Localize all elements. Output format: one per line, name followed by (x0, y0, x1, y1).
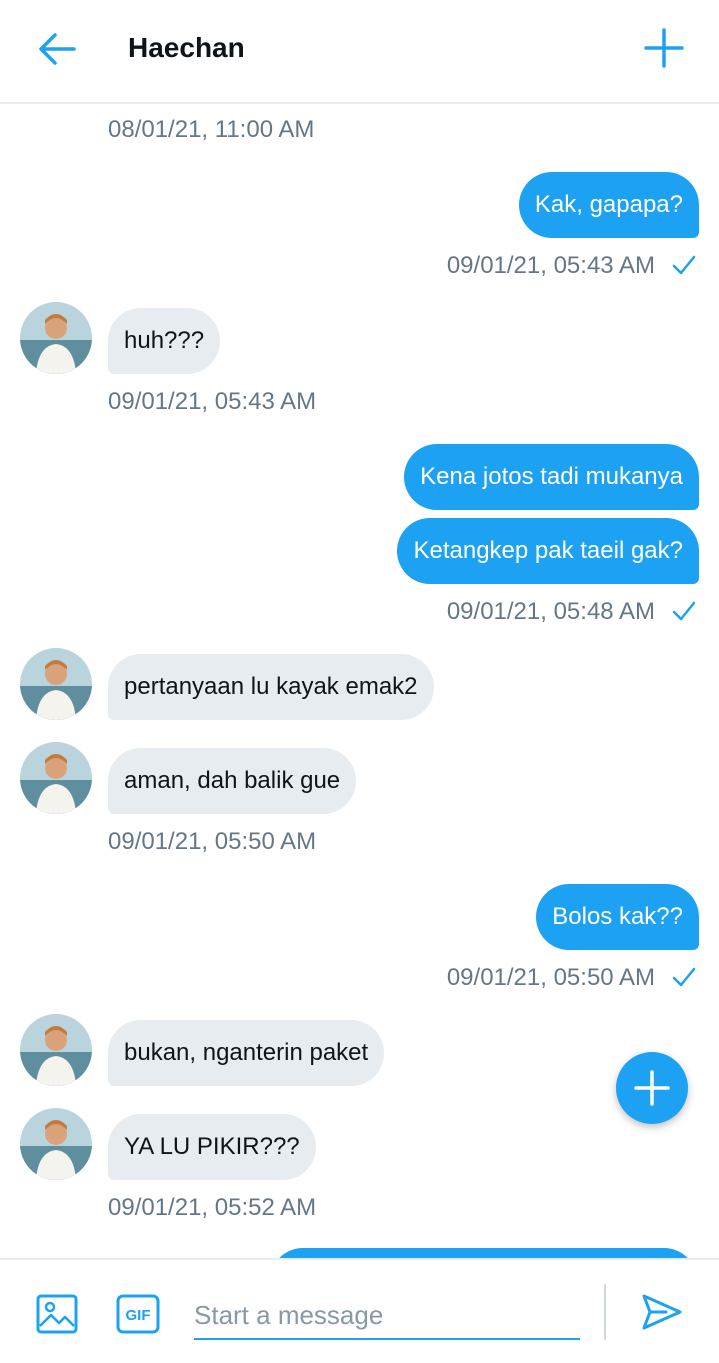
image-icon (36, 1294, 78, 1334)
conversation-header: Haechan (0, 0, 719, 104)
avatar[interactable] (20, 302, 92, 374)
received-message-bubble[interactable]: aman, dah balik gue (108, 748, 357, 814)
conversation-title: Haechan (128, 32, 245, 63)
sent-message-bubble[interactable]: Ketangkep pak taeil gak? (397, 518, 699, 584)
avatar-photo (20, 1014, 92, 1086)
read-check-icon (672, 967, 696, 987)
add-media-button[interactable] (36, 1294, 78, 1334)
received-message-bubble[interactable]: YA LU PIKIR??? (108, 1114, 316, 1180)
message-timestamp: 08/01/21, 11:00 AM (108, 116, 315, 143)
sent-message-bubble[interactable]: Bolos kak?? (536, 884, 699, 950)
read-check-icon (672, 601, 696, 621)
message-timestamp: 09/01/21, 05:50 AM (108, 828, 317, 855)
avatar-photo (20, 302, 92, 374)
plus-icon (644, 28, 684, 68)
read-check-icon (672, 255, 696, 275)
message-timestamp: 09/01/21, 05:52 AM (108, 1194, 317, 1221)
add-gif-button[interactable]: GIF (116, 1294, 160, 1334)
new-message-fab[interactable] (616, 1052, 688, 1124)
avatar-photo (20, 742, 92, 814)
message-list[interactable]: 08/01/21, 11:00 AM Kak, gapapa? 09/01/21… (0, 104, 719, 1258)
avatar[interactable] (20, 1108, 92, 1180)
avatar-photo (20, 1108, 92, 1180)
message-timestamp: 09/01/21, 05:48 AM (446, 598, 655, 625)
sent-message-bubble[interactable]: Kena jotos tadi mukanya (404, 444, 699, 510)
received-message-bubble[interactable]: bukan, nganterin paket (108, 1020, 385, 1086)
message-composer: GIF (0, 1258, 719, 1363)
arrow-left-icon (39, 33, 76, 65)
gif-label: GIF (126, 1307, 151, 1324)
back-button[interactable] (36, 28, 78, 70)
plus-icon (634, 1070, 670, 1106)
received-message-bubble[interactable]: huh??? (108, 308, 221, 374)
avatar[interactable] (20, 648, 92, 720)
send-button[interactable] (640, 1290, 684, 1334)
message-input[interactable] (194, 1292, 580, 1340)
message-timestamp: 09/01/21, 05:50 AM (446, 964, 655, 991)
message-timestamp: 09/01/21, 05:43 AM (108, 388, 317, 415)
add-button[interactable] (642, 26, 686, 70)
composer-divider (604, 1284, 606, 1340)
sent-message-bubble[interactable]: Kak, gapapa? (518, 172, 699, 238)
avatar-photo (20, 648, 92, 720)
avatar[interactable] (20, 1014, 92, 1086)
send-icon (642, 1294, 682, 1330)
message-timestamp: 09/01/21, 05:43 AM (446, 252, 655, 279)
avatar[interactable] (20, 742, 92, 814)
sent-message-bubble-partial[interactable] (270, 1248, 697, 1258)
gif-icon: GIF (116, 1294, 160, 1334)
received-message-bubble[interactable]: pertanyaan lu kayak emak2 (108, 654, 434, 720)
